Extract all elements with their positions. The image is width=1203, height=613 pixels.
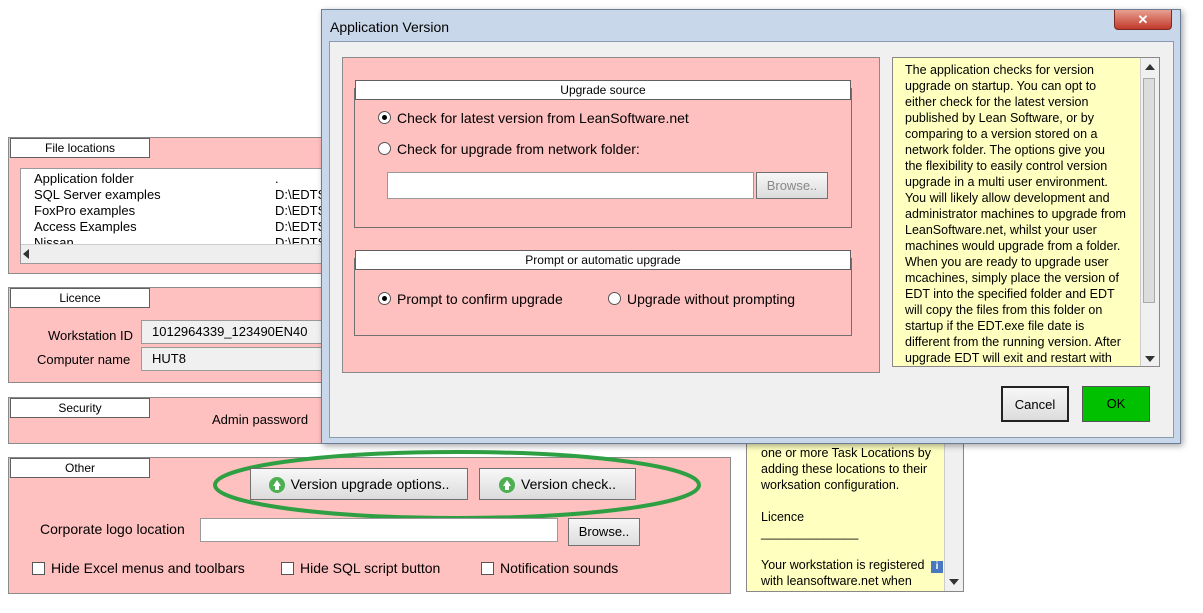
dialog-help-scrollbar[interactable] [1140, 58, 1159, 366]
scroll-left-icon[interactable] [23, 249, 29, 259]
other-title: Other [10, 458, 150, 478]
help-line: mcachines, simply place the version of [905, 271, 1119, 285]
help-line: upgrade on startup. You can opt to [905, 79, 1097, 93]
help-line: with leansoftware.net when [761, 574, 912, 588]
help-line: startup if the EDT.exe file date is [905, 319, 1085, 333]
upgrade-source-title: Upgrade source [355, 80, 851, 100]
cancel-button[interactable]: Cancel [1001, 386, 1069, 422]
help-line: the flexibility to easily control versio… [905, 159, 1108, 173]
upgrade-arrow-icon [499, 477, 516, 494]
help-line: either check for the latest version [905, 95, 1089, 109]
network-folder-input[interactable] [387, 172, 754, 199]
corporate-logo-label: Corporate logo location [40, 521, 185, 537]
help-line: network folder. The options give you [905, 143, 1105, 157]
upgrade-source-frame [354, 88, 852, 228]
list-item-path: D:\EDTS [275, 187, 327, 202]
hide-sql-checkbox[interactable] [281, 562, 294, 575]
file-locations-title: File locations [10, 138, 150, 158]
admin-password-label: Admin password [212, 412, 309, 427]
scroll-down-icon[interactable] [1145, 356, 1155, 362]
prompt-confirm-radio[interactable] [378, 292, 391, 305]
auto-upgrade-radio[interactable] [608, 292, 621, 305]
help-text: one or more Task Locations by adding the… [761, 445, 931, 589]
help-line: administrator machines to upgrade from [905, 207, 1126, 221]
latest-version-label: Check for latest version from LeanSoftwa… [397, 110, 689, 126]
file-locations-list[interactable]: Application folder . SQL Server examples… [20, 168, 330, 264]
dialog-help-text: The application checks for version upgra… [905, 62, 1126, 366]
prompt-title: Prompt or automatic upgrade [355, 250, 851, 270]
help-line: upgrade EDT will exit and restart with [905, 351, 1112, 365]
network-folder-radio[interactable] [378, 142, 391, 155]
help-line: one or more Task Locations by [761, 446, 932, 460]
info-icon[interactable]: i [931, 561, 943, 573]
latest-version-radio[interactable] [378, 111, 391, 124]
help-line: When you are ready to upgrade user [905, 255, 1109, 269]
help-line: different from the running version. Afte… [905, 335, 1121, 349]
dialog-title: Application Version [330, 19, 450, 35]
main-help-scrollbar[interactable] [944, 431, 963, 591]
list-item-path: . [275, 171, 279, 186]
version-check-label: Version check.. [521, 476, 616, 492]
list-item[interactable]: Application folder [34, 171, 134, 186]
workstation-id-field[interactable]: 1012964339_123490EN40 [141, 320, 331, 344]
application-version-dialog: Application Version ✕ Upgrade source Che… [321, 9, 1181, 444]
hide-sql-label: Hide SQL script button [300, 560, 441, 576]
dialog-help-panel: The application checks for version upgra… [892, 57, 1160, 367]
help-line: will copy the files from this folder on [905, 303, 1103, 317]
close-button[interactable]: ✕ [1114, 10, 1172, 30]
close-icon: ✕ [1137, 12, 1149, 27]
help-line: Licence [761, 510, 805, 524]
main-help-panel: one or more Task Locations by adding the… [746, 430, 964, 592]
list-item-path: D:\EDTS [275, 203, 327, 218]
help-line: EDT into the specified folder and EDT [905, 287, 1115, 301]
computer-name-field[interactable]: HUT8 [141, 347, 331, 371]
help-line: You will likely allow development and [905, 191, 1110, 205]
list-item[interactable]: SQL Server examples [34, 187, 161, 202]
list-item[interactable]: Access Examples [34, 219, 137, 234]
computer-name-label: Computer name [37, 352, 131, 367]
workstation-id-label: Workstation ID [48, 328, 134, 343]
version-upgrade-options-button[interactable]: Version upgrade options.. [250, 468, 468, 500]
corporate-logo-input[interactable] [200, 518, 558, 542]
scroll-down-icon[interactable] [949, 579, 959, 585]
help-line: worksation configuration. [761, 478, 900, 492]
network-folder-label: Check for upgrade from network folder: [397, 141, 640, 157]
list-item[interactable]: FoxPro examples [34, 203, 135, 218]
auto-upgrade-label: Upgrade without prompting [627, 291, 796, 307]
licence-title: Licence [10, 288, 150, 308]
upgrade-arrow-icon [268, 477, 285, 494]
version-upgrade-options-label: Version upgrade options.. [290, 476, 450, 492]
help-line: published by Lean Software, or by [905, 111, 1095, 125]
help-line: adding these locations to their [761, 462, 928, 476]
prompt-confirm-label: Prompt to confirm upgrade [397, 291, 563, 307]
logo-browse-button[interactable]: Browse.. [568, 518, 640, 546]
scroll-up-icon[interactable] [1145, 64, 1155, 70]
help-line: The application checks for version [905, 63, 1094, 77]
ok-button[interactable]: OK [1082, 386, 1150, 422]
help-line: ______________ [761, 526, 859, 540]
list-item-path: D:\EDTS [275, 219, 327, 234]
list-item-path: D:\EDTS [275, 235, 327, 244]
folder-browse-button[interactable]: Browse.. [756, 172, 828, 199]
help-line: Your workstation is registered [761, 558, 925, 572]
help-line: LeanSoftware.net, whilst your user [905, 223, 1097, 237]
help-line: comparing to a version stored on a [905, 127, 1098, 141]
help-line [761, 541, 931, 557]
hide-excel-checkbox[interactable] [32, 562, 45, 575]
security-title: Security [10, 398, 150, 418]
version-check-button[interactable]: Version check.. [479, 468, 636, 500]
scroll-thumb[interactable] [1143, 78, 1155, 303]
hide-excel-label: Hide Excel menus and toolbars [51, 560, 245, 576]
horizontal-scrollbar[interactable] [21, 244, 329, 263]
help-line: upgrade in a multi user environment. [905, 175, 1108, 189]
help-line [761, 493, 931, 509]
notification-label: Notification sounds [500, 560, 619, 576]
list-item[interactable]: Nissan [34, 235, 74, 244]
notification-checkbox[interactable] [481, 562, 494, 575]
help-line: machines would upgrade from a folder. [905, 239, 1121, 253]
